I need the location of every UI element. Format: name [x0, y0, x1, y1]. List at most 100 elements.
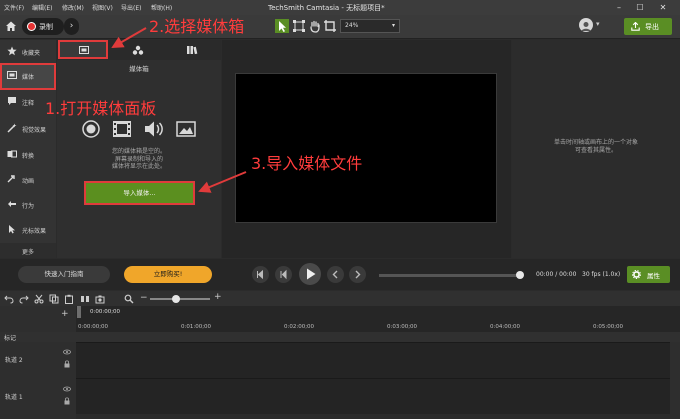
sidebar-item-transitions[interactable]: 转换	[0, 143, 56, 167]
redo-icon[interactable]	[19, 294, 29, 304]
play-icon	[307, 268, 316, 280]
frame-back-button[interactable]	[275, 266, 292, 283]
timeline-ruler[interactable]	[76, 306, 680, 332]
audio-speaker-icon	[145, 121, 163, 137]
sidebar-label-animations: 动画	[22, 178, 35, 185]
annotation-box-media-bin-tab	[58, 40, 108, 59]
playhead-time: 0:00:00;00	[90, 309, 121, 315]
zoom-out-icon[interactable]: −	[140, 293, 148, 303]
annotation-box-media-sidebar	[0, 63, 56, 90]
star-icon	[7, 46, 17, 56]
magic-wand-icon	[7, 123, 17, 133]
sidebar-item-cursor-effects[interactable]: 光标效果	[0, 218, 56, 242]
sidebar-item-visual-effects[interactable]: 视觉效果	[0, 117, 56, 141]
track-2-name: 轨道 2	[5, 357, 23, 364]
annotation-step-2: 2.选择媒体箱	[149, 17, 245, 36]
video-film-icon	[113, 121, 131, 137]
cut-scissors-icon[interactable]	[34, 294, 44, 304]
avatar[interactable]	[579, 18, 593, 32]
export-label: 导出	[645, 23, 659, 31]
menu-file[interactable]: 文件(F)	[4, 3, 24, 12]
media-type-icons	[82, 118, 197, 140]
add-track-icon[interactable]: +	[61, 309, 69, 319]
menu-export[interactable]: 导出(E)	[121, 3, 141, 12]
properties-button[interactable]: 属性	[627, 266, 670, 283]
track-2-lane[interactable]	[76, 342, 680, 378]
hand-pan-icon[interactable]	[308, 19, 322, 33]
next-marker-button[interactable]	[349, 266, 366, 283]
undo-icon[interactable]	[4, 294, 14, 304]
record-button[interactable]: 录制	[22, 18, 64, 35]
transition-icon	[7, 150, 17, 158]
crop-icon[interactable]	[323, 19, 337, 33]
properties-hint: 单击时间轴或画布上的一个对象 可查看其属性。	[522, 139, 670, 154]
time-readout: 00:00 / 00:00	[536, 271, 577, 278]
timeline-zoom-handle[interactable]	[172, 295, 180, 303]
scrubber-handle[interactable]	[516, 271, 524, 279]
record-label: 录制	[39, 23, 53, 31]
timeline-scrollbar[interactable]	[670, 342, 680, 419]
home-icon[interactable]	[5, 20, 17, 32]
step-back-icon	[257, 269, 263, 280]
sidebar-label-visual-effects: 视觉效果	[22, 127, 47, 134]
quick-start-guide-button[interactable]: 快速入门指南	[18, 266, 110, 283]
menu-edit[interactable]: 编辑(E)	[32, 3, 52, 12]
sidebar-item-animations[interactable]: 动画	[0, 168, 56, 192]
empty-message-line-2: 屏幕录制和导入的	[114, 155, 163, 163]
playback-scrubber[interactable]	[379, 274, 521, 277]
sidebar-item-behaviors[interactable]: 行为	[0, 193, 56, 217]
tab-library[interactable]	[114, 42, 162, 58]
import-media-button[interactable]: 导入媒体...	[84, 181, 195, 205]
ruler-tick-label: 0:02:00;00	[284, 324, 315, 330]
timeline-zoom-slider[interactable]	[150, 298, 210, 300]
menu-modify[interactable]: 修改(M)	[62, 3, 84, 12]
close-button[interactable]: ✕	[656, 2, 670, 13]
video-canvas[interactable]	[235, 73, 497, 223]
paste-icon[interactable]	[64, 294, 74, 304]
ruler-tick-label: 0:04:00;00	[490, 324, 521, 330]
track-1-name: 轨道 1	[5, 394, 23, 401]
maximize-button[interactable]: ☐	[633, 2, 647, 13]
track-1-lane[interactable]	[76, 378, 680, 414]
buy-now-button[interactable]: 立即购买!	[124, 266, 212, 283]
track-lock-icon[interactable]	[63, 397, 71, 405]
minimize-button[interactable]: –	[612, 2, 626, 13]
select-arrow-icon[interactable]	[275, 19, 289, 33]
zoom-value: 24%	[345, 22, 359, 29]
record-circle-icon	[82, 120, 100, 138]
ruler-tick-label: 0:00:00;00	[78, 324, 109, 330]
tab-assets[interactable]	[168, 42, 216, 58]
gear-icon	[632, 270, 641, 279]
play-button[interactable]	[299, 263, 321, 285]
export-icon	[631, 22, 640, 31]
animation-arrow-icon	[7, 175, 15, 183]
window-title: TechSmith Camtasia - 无标题项目*	[268, 4, 385, 12]
split-icon[interactable]	[80, 294, 90, 304]
zoom-in-icon[interactable]: +	[214, 292, 222, 302]
user-menu-chevron-icon[interactable]: ▾	[596, 20, 600, 28]
track-visibility-eye-icon[interactable]	[63, 385, 71, 393]
books-icon	[187, 46, 198, 55]
sidebar-label-cursor-effects: 光标效果	[22, 228, 47, 235]
sidebar-item-favorites[interactable]: 收藏夹	[0, 40, 56, 64]
track-visibility-eye-icon[interactable]	[63, 348, 71, 356]
chevron-right-icon[interactable]: ›	[64, 18, 79, 35]
track-lock-icon[interactable]	[63, 360, 71, 368]
annotation-bubble-icon	[8, 97, 16, 105]
menu-view[interactable]: 视图(V)	[92, 3, 113, 12]
step-back-button[interactable]	[252, 266, 269, 283]
export-button[interactable]: 导出	[624, 18, 672, 35]
playhead-marker[interactable]	[77, 306, 81, 318]
zoom-select[interactable]: 24% ▾	[340, 19, 400, 33]
transform-icon[interactable]	[292, 19, 306, 33]
copy-icon[interactable]	[49, 294, 59, 304]
empty-message-line-1: 您的媒体箱是空的。	[111, 148, 166, 155]
snapshot-camera-icon[interactable]	[95, 294, 105, 304]
menu-help[interactable]: 帮助(H)	[151, 3, 172, 12]
ruler-tick-label: 0:01:00;00	[181, 324, 212, 330]
sidebar-more-button[interactable]: 更多	[22, 247, 34, 256]
prev-marker-button[interactable]	[327, 266, 344, 283]
user-icon	[581, 22, 591, 31]
sidebar-label-favorites: 收藏夹	[22, 50, 41, 57]
marker-label: 标记	[4, 335, 17, 342]
